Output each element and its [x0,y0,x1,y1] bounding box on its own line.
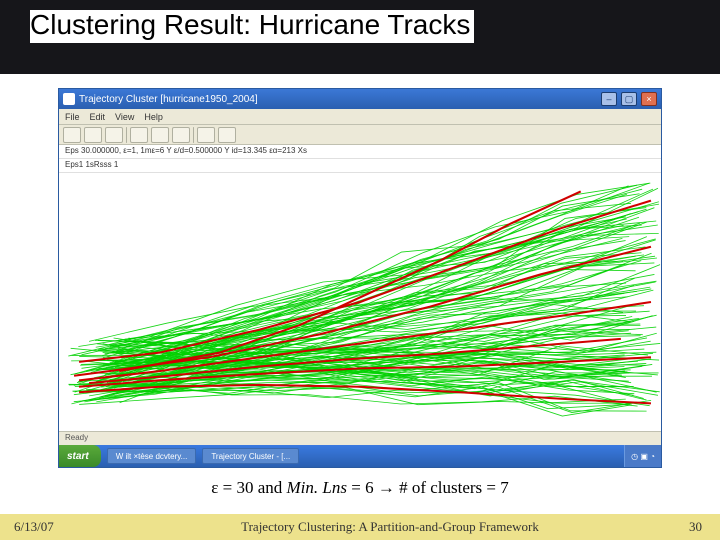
caption-text: → [374,478,400,497]
app-icon [63,93,75,105]
tool-button[interactable] [105,127,123,143]
param-line-1: Eps 30.000000, ε=1, 1mε=6 Y ε/d=0.500000… [59,145,661,159]
menubar: File Edit View Help [59,109,661,125]
slide-title: Clustering Result: Hurricane Tracks [30,10,474,43]
caption-text: = [347,478,365,497]
system-tray: ◷ ▣ ◔ [624,445,661,467]
tool-button[interactable] [130,127,148,143]
tool-button[interactable] [63,127,81,143]
tool-button[interactable] [172,127,190,143]
caption-value: 6 [365,478,374,497]
footer-date: 6/13/07 [0,519,120,535]
caption-text: and [253,478,286,497]
figure: Trajectory Cluster [hurricane1950_2004] … [58,88,662,468]
plot-canvas [59,173,661,431]
close-button[interactable]: × [641,92,657,106]
footer-title: Trajectory Clustering: A Partition-and-G… [120,519,660,535]
caption: ε = 30 and Min. Lns = 6 → # of clusters … [0,478,720,498]
caption-value: 7 [500,478,509,497]
tool-button[interactable] [218,127,236,143]
page-number: 30 [660,519,720,535]
maximize-button[interactable]: ▢ [621,92,637,106]
menu-item[interactable]: View [115,112,134,122]
menu-item[interactable]: Help [144,112,163,122]
footer: 6/13/07 Trajectory Clustering: A Partiti… [0,514,720,540]
tool-button[interactable] [84,127,102,143]
taskbar: start W ilt ×tèse dcvtery... Trajectory … [59,445,661,467]
hurricane-tracks-plot [59,173,661,431]
title-band: Clustering Result: Hurricane Tracks [0,0,720,74]
caption-text: Min. Lns [287,478,347,497]
menu-item[interactable]: Edit [90,112,106,122]
window-title: Trajectory Cluster [hurricane1950_2004] [79,94,258,105]
menu-item[interactable]: File [65,112,80,122]
status-bar: Ready [59,431,661,445]
caption-text: # of clusters = [399,478,500,497]
toolbar [59,125,661,145]
tool-button[interactable] [151,127,169,143]
start-button[interactable]: start [59,445,101,467]
param-line-2: Eps1 1sRsss 1 [59,159,661,173]
taskbar-item[interactable]: Trajectory Cluster - [... [202,448,299,464]
taskbar-item[interactable]: W ilt ×tèse dcvtery... [107,448,197,464]
app-window: Trajectory Cluster [hurricane1950_2004] … [58,88,662,468]
toolbar-separator [193,127,194,143]
window-titlebar: Trajectory Cluster [hurricane1950_2004] … [59,89,661,109]
toolbar-separator [126,127,127,143]
tool-button[interactable] [197,127,215,143]
caption-value: 30 [236,478,253,497]
minimize-button[interactable]: – [601,92,617,106]
caption-text: ε = [211,478,236,497]
